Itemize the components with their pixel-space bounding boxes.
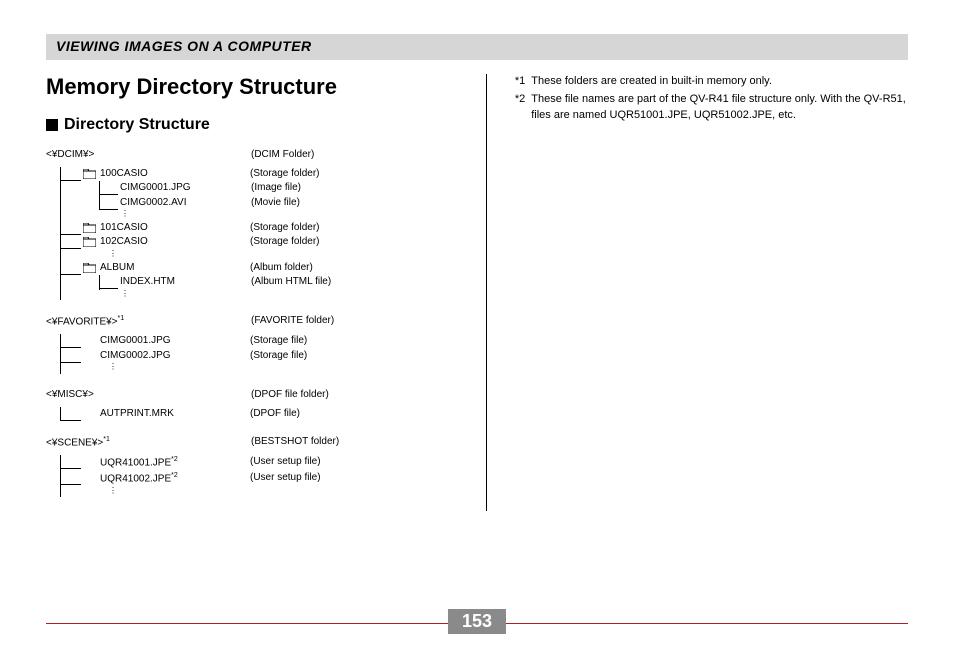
tree-branch: 100CASIO(Storage folder)CIMG0001.JPG(Ima… <box>60 167 458 301</box>
item-label: 102CASIO <box>100 235 250 250</box>
item-desc: (User setup file) <box>250 455 321 470</box>
root-label: <¥FAVORITE¥>*1 <box>46 314 251 330</box>
item-desc: (Album folder) <box>250 261 313 276</box>
content-columns: Memory Directory Structure Directory Str… <box>46 74 908 511</box>
tree-root-row: <¥FAVORITE¥>*1(FAVORITE folder) <box>46 314 458 330</box>
folder-icon <box>83 263 95 272</box>
ellipsis-icon: ⋮ <box>109 250 458 261</box>
tree-item: CIMG0002.AVI(Movie file) <box>100 196 458 211</box>
item-label: 101CASIO <box>100 221 250 236</box>
page-footer: 153 <box>46 623 908 624</box>
left-column: Memory Directory Structure Directory Str… <box>46 74 458 511</box>
item-desc: (Album HTML file) <box>251 275 331 290</box>
tree-branch: CIMG0001.JPG(Storage file)CIMG0002.JPG(S… <box>60 334 458 374</box>
item-desc: (Image file) <box>251 181 301 196</box>
tree-item: 100CASIO(Storage folder) <box>61 167 458 182</box>
root-desc: (DPOF file folder) <box>251 388 329 403</box>
ellipsis-icon: ⋮ <box>121 210 458 221</box>
tree-item: 102CASIO(Storage folder) <box>61 235 458 250</box>
ellipsis-icon: ⋮ <box>109 363 458 374</box>
item-label: CIMG0002.AVI <box>120 196 251 211</box>
item-desc: (Storage folder) <box>250 167 319 182</box>
root-label: <¥MISC¥> <box>46 388 251 403</box>
tree-section: <¥MISC¥>(DPOF file folder)AUTPRINT.MRK(D… <box>46 388 458 421</box>
item-label: CIMG0001.JPG <box>100 334 250 349</box>
right-column: *1 These folders are created in built-in … <box>515 74 908 511</box>
root-desc: (DCIM Folder) <box>251 148 314 163</box>
tree-item: INDEX.HTM(Album HTML file) <box>100 275 458 290</box>
item-label: CIMG0002.JPG <box>100 349 250 364</box>
footnote: *1 These folders are created in built-in … <box>515 74 908 90</box>
tree-section: <¥DCIM¥>(DCIM Folder)100CASIO(Storage fo… <box>46 148 458 300</box>
root-label: <¥DCIM¥> <box>46 148 251 163</box>
item-desc: (Storage file) <box>250 334 307 349</box>
ellipsis-icon: ⋮ <box>121 290 458 301</box>
tree-item: CIMG0001.JPG(Storage file) <box>61 334 458 349</box>
page-number: 153 <box>448 609 506 634</box>
item-desc: (Movie file) <box>251 196 300 211</box>
page: VIEWING IMAGES ON A COMPUTER Memory Dire… <box>0 0 954 646</box>
item-label: UQR41001.JPE*2 <box>100 455 250 471</box>
tree-section: <¥SCENE¥>*1(BESTSHOT folder)UQR41001.JPE… <box>46 435 458 497</box>
footnote-text: These folders are created in built-in me… <box>531 74 772 90</box>
column-divider <box>486 74 487 511</box>
item-label: INDEX.HTM <box>120 275 251 290</box>
footnote-text: These file names are part of the QV-R41 … <box>531 92 908 124</box>
subtitle-text: Directory Structure <box>64 116 210 134</box>
item-label: ALBUM <box>100 261 250 276</box>
tree-item: AUTPRINT.MRK(DPOF file) <box>61 407 458 422</box>
page-title: Memory Directory Structure <box>46 74 458 100</box>
tree-root-row: <¥DCIM¥>(DCIM Folder) <box>46 148 458 163</box>
footnote-marker: *2 <box>515 92 525 124</box>
root-desc: (BESTSHOT folder) <box>251 435 339 451</box>
item-desc: (Storage folder) <box>250 235 319 250</box>
item-desc: (Storage folder) <box>250 221 319 236</box>
tree-item: CIMG0001.JPG(Image file) <box>100 181 458 196</box>
tree-root-row: <¥SCENE¥>*1(BESTSHOT folder) <box>46 435 458 451</box>
square-bullet-icon <box>46 119 58 131</box>
subtitle: Directory Structure <box>46 116 458 134</box>
tree-item: 101CASIO(Storage folder) <box>61 221 458 236</box>
directory-tree: <¥DCIM¥>(DCIM Folder)100CASIO(Storage fo… <box>46 148 458 497</box>
folder-icon <box>83 223 95 232</box>
item-desc: (Storage file) <box>250 349 307 364</box>
tree-item: UQR41002.JPE*2(User setup file) <box>61 471 458 487</box>
item-label: UQR41002.JPE*2 <box>100 471 250 487</box>
folder-icon <box>83 237 95 246</box>
tree-root-row: <¥MISC¥>(DPOF file folder) <box>46 388 458 403</box>
tree-item: UQR41001.JPE*2(User setup file) <box>61 455 458 471</box>
tree-section: <¥FAVORITE¥>*1(FAVORITE folder)CIMG0001.… <box>46 314 458 374</box>
tree-sub: CIMG0001.JPG(Image file)CIMG0002.AVI(Mov… <box>99 181 458 210</box>
tree-branch: AUTPRINT.MRK(DPOF file) <box>60 407 458 422</box>
folder-icon <box>83 169 95 178</box>
tree-sub: INDEX.HTM(Album HTML file) <box>99 275 458 290</box>
item-label: AUTPRINT.MRK <box>100 407 250 422</box>
footnote-marker: *1 <box>515 74 525 90</box>
item-desc: (User setup file) <box>250 471 321 486</box>
root-label: <¥SCENE¥>*1 <box>46 435 251 451</box>
tree-item: CIMG0002.JPG(Storage file) <box>61 349 458 364</box>
footnote: *2These file names are part of the QV-R4… <box>515 92 908 124</box>
tree-branch: UQR41001.JPE*2(User setup file)UQR41002.… <box>60 455 458 497</box>
root-desc: (FAVORITE folder) <box>251 314 334 330</box>
item-label: CIMG0001.JPG <box>120 181 251 196</box>
item-desc: (DPOF file) <box>250 407 300 422</box>
tree-item: ALBUM(Album folder) <box>61 261 458 276</box>
ellipsis-icon: ⋮ <box>109 487 458 498</box>
section-header: VIEWING IMAGES ON A COMPUTER <box>56 38 312 54</box>
section-header-band: VIEWING IMAGES ON A COMPUTER <box>46 34 908 60</box>
item-label: 100CASIO <box>100 167 250 182</box>
footnotes: *1 These folders are created in built-in … <box>515 74 908 124</box>
